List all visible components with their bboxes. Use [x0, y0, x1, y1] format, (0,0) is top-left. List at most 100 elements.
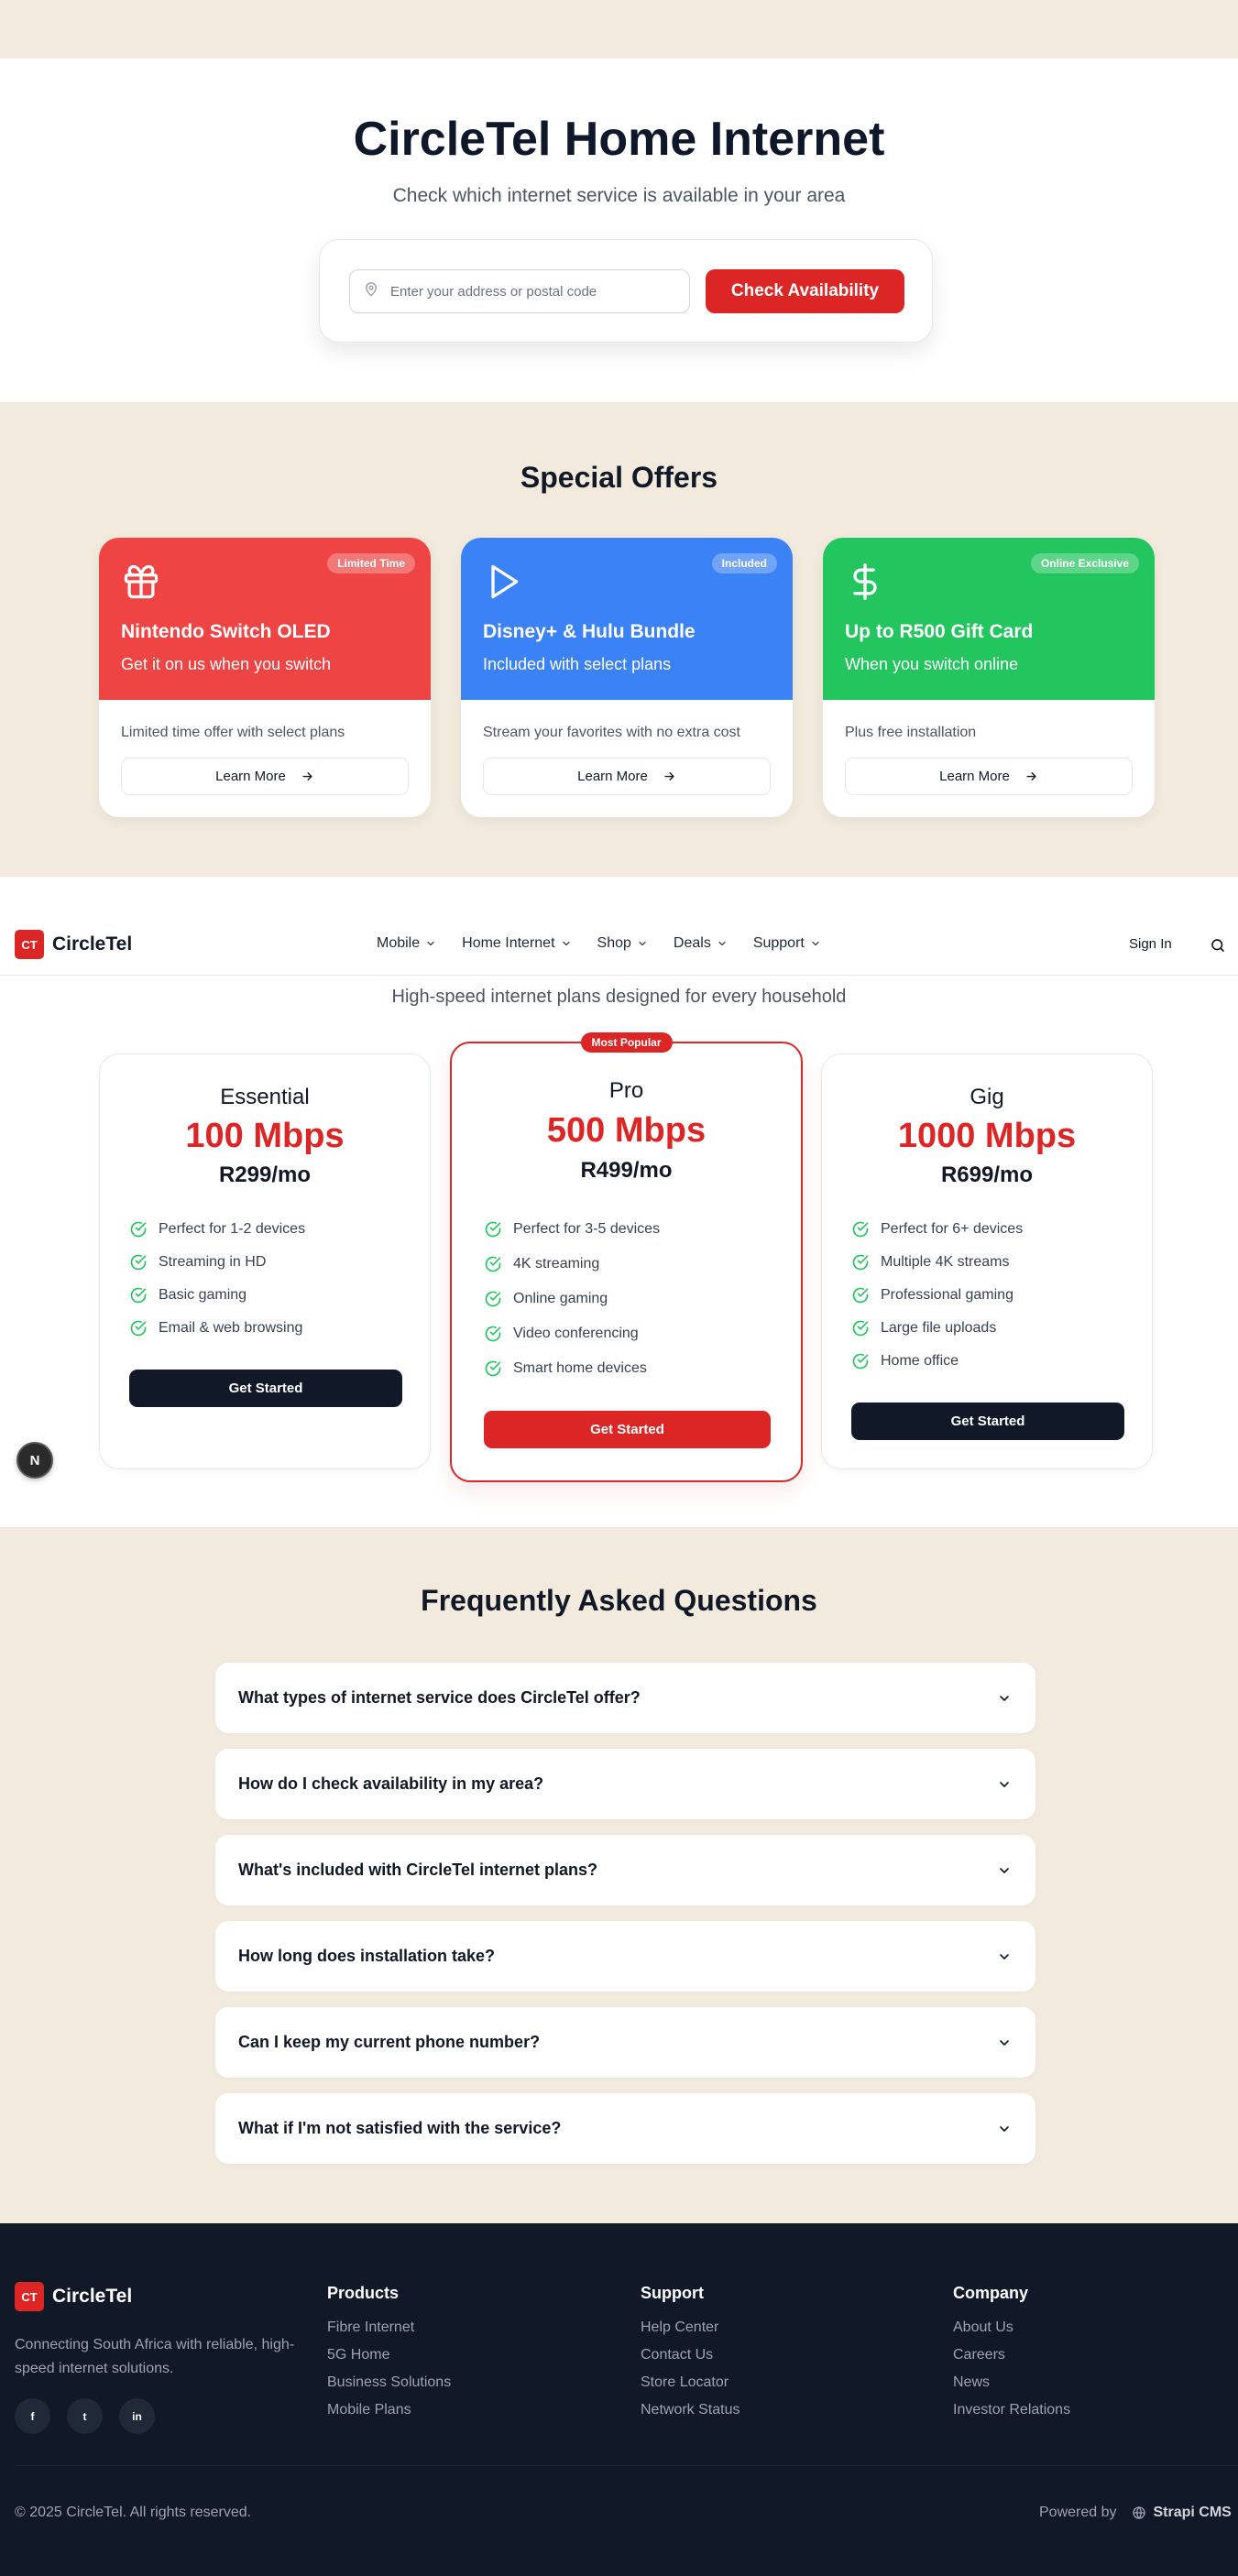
nav-item-support[interactable]: Support: [753, 935, 821, 952]
powered-by-label: Powered by: [1039, 2505, 1117, 2520]
nav-item-label: Deals: [673, 935, 711, 951]
get-started-button[interactable]: Get Started: [484, 1411, 771, 1448]
nav-menu: Mobile Home Internet Shop Deals Support: [377, 935, 821, 952]
check-availability-button[interactable]: Check Availability: [706, 269, 904, 313]
footer-link[interactable]: Contact Us: [641, 2347, 740, 2363]
faq-item[interactable]: What's included with CircleTel internet …: [215, 1835, 1035, 1905]
faq-question: What if I'm not satisfied with the servi…: [238, 2119, 562, 2137]
footer-link[interactable]: Careers: [953, 2347, 1070, 2363]
feature-item: Multiple 4K streams: [851, 1253, 1023, 1272]
offer-subtitle: Included with select plans: [483, 655, 672, 673]
feature-item: Professional gaming: [851, 1286, 1023, 1304]
check-circle-icon: [852, 1287, 869, 1304]
faq-question: What's included with CircleTel internet …: [238, 1861, 597, 1879]
plan-card-gig: Gig 1000 Mbps R699/mo Perfect for 6+ dev…: [821, 1053, 1153, 1469]
plan-features: Perfect for 3-5 devices 4K streaming Onl…: [484, 1220, 660, 1378]
page-title: CircleTel Home Internet: [353, 113, 885, 166]
footer-link[interactable]: Network Status: [641, 2402, 740, 2418]
sign-in-link[interactable]: Sign In: [1129, 936, 1172, 952]
availability-search-card: Check Availability: [319, 239, 933, 343]
feature-label: Multiple 4K streams: [881, 1254, 1010, 1270]
plan-price: R299/mo: [218, 1162, 312, 1187]
nav-item-label: Support: [752, 935, 805, 951]
faq-item[interactable]: Can I keep my current phone number?: [215, 2007, 1035, 2078]
footer-link[interactable]: Fibre Internet: [327, 2319, 451, 2336]
facebook-icon[interactable]: f: [15, 2398, 50, 2434]
check-circle-icon: [852, 1221, 869, 1238]
offer-card-disney: Included Disney+ & Hulu Bundle Included …: [461, 538, 793, 817]
feature-item: Perfect for 3-5 devices: [484, 1220, 660, 1239]
feature-item: Video conferencing: [484, 1325, 660, 1343]
faq-question: What types of internet service does Circ…: [238, 1688, 641, 1707]
nav-item-label: Home Internet: [462, 935, 555, 951]
address-field[interactable]: [349, 269, 690, 313]
arrow-right-icon: [302, 772, 312, 780]
feature-item: Perfect for 6+ devices: [851, 1220, 1023, 1239]
footer-link[interactable]: Store Locator: [641, 2374, 740, 2391]
address-input[interactable]: [390, 283, 684, 300]
footer-link[interactable]: Help Center: [641, 2319, 740, 2336]
offer-badge: Included: [711, 553, 777, 573]
feature-item: Online gaming: [484, 1290, 660, 1308]
faq-item[interactable]: What if I'm not satisfied with the servi…: [215, 2093, 1035, 2164]
faq-item[interactable]: How do I check availability in my area?: [215, 1749, 1035, 1819]
get-started-button[interactable]: Get Started: [851, 1403, 1124, 1440]
check-circle-icon: [485, 1360, 501, 1377]
footer-description: Connecting South Africa with reliable, h…: [15, 2337, 295, 2376]
faq-item[interactable]: What types of internet service does Circ…: [215, 1663, 1035, 1733]
logo-mark: CT: [15, 2282, 44, 2311]
learn-more-button[interactable]: Learn More: [845, 758, 1133, 795]
faq-item[interactable]: How long does installation take?: [215, 1921, 1035, 1992]
twitter-icon[interactable]: t: [67, 2398, 103, 2434]
learn-more-label: Learn More: [215, 769, 286, 784]
arrow-right-icon: [1026, 772, 1036, 780]
chevron-down-icon: [639, 941, 646, 946]
footer-link[interactable]: Mobile Plans: [327, 2402, 451, 2418]
linkedin-icon[interactable]: in: [119, 2398, 155, 2434]
nav-item-deals[interactable]: Deals: [674, 935, 728, 952]
footer-link[interactable]: Investor Relations: [953, 2402, 1070, 2418]
feature-label: Streaming in HD: [159, 1254, 267, 1270]
feature-item: Home office: [851, 1352, 1023, 1370]
hero-section: CircleTel Home Internet Check which inte…: [0, 59, 1238, 402]
feature-item: Basic gaming: [129, 1286, 305, 1304]
feature-label: Online gaming: [513, 1291, 608, 1306]
footer-divider: [15, 2465, 1238, 2466]
floating-dev-button[interactable]: N: [16, 1442, 53, 1479]
dollar-icon: [853, 563, 877, 600]
check-circle-icon: [130, 1221, 147, 1238]
site-footer: CT CircleTel Connecting South Africa wit…: [0, 2223, 1238, 2576]
check-circle-icon: [130, 1287, 147, 1304]
hero-subtitle: Check which internet service is availabl…: [392, 185, 846, 206]
cms-name[interactable]: Strapi CMS: [1154, 2505, 1232, 2521]
get-started-button[interactable]: Get Started: [129, 1370, 402, 1407]
plan-name: Essential: [220, 1085, 310, 1109]
footer-link[interactable]: Business Solutions: [327, 2374, 451, 2391]
learn-more-button[interactable]: Learn More: [483, 758, 771, 795]
feature-item: Perfect for 1-2 devices: [129, 1220, 305, 1239]
offer-card-nintendo: Limited Time Nintendo Switch OLED Get it…: [99, 538, 431, 817]
map-pin-icon: [363, 281, 379, 302]
nav-item-home-internet[interactable]: Home Internet: [462, 935, 571, 952]
feature-label: Professional gaming: [881, 1287, 1013, 1303]
plan-name: Gig: [970, 1085, 1004, 1109]
plan-price: R699/mo: [940, 1162, 1034, 1187]
brand-logo[interactable]: CT CircleTel: [15, 930, 132, 959]
footer-link[interactable]: News: [953, 2374, 1070, 2391]
learn-more-label: Learn More: [577, 769, 648, 784]
feature-item: 4K streaming: [484, 1255, 660, 1273]
social-links: f t in: [15, 2398, 155, 2434]
footer-column-company: Company About Us Careers News Investor R…: [953, 2284, 1070, 2429]
footer-logo[interactable]: CT CircleTel: [15, 2282, 132, 2311]
nav-item-shop[interactable]: Shop: [597, 935, 648, 952]
footer-column-title: Products: [327, 2284, 400, 2302]
learn-more-button[interactable]: Learn More: [121, 758, 409, 795]
search-icon[interactable]: [1210, 937, 1226, 954]
check-circle-icon: [485, 1326, 501, 1342]
plan-speed: 1000 Mbps: [897, 1117, 1077, 1155]
footer-link[interactable]: About Us: [953, 2319, 1070, 2336]
nav-item-mobile[interactable]: Mobile: [377, 935, 436, 952]
feature-label: Smart home devices: [513, 1360, 647, 1376]
footer-link[interactable]: 5G Home: [327, 2347, 451, 2363]
plan-features: Perfect for 1-2 devices Streaming in HD …: [129, 1220, 305, 1337]
